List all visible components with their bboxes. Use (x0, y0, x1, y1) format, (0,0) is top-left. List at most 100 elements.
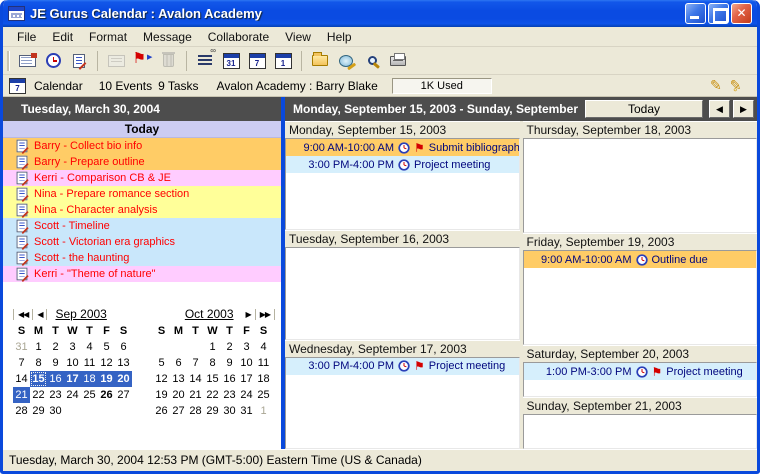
mini-calendar-day[interactable]: 19 (153, 387, 170, 403)
mini-calendar-day[interactable]: 30 (47, 403, 64, 419)
month-view-button[interactable]: 31 (218, 49, 244, 73)
day-header[interactable]: Friday, September 19, 2003 (523, 233, 758, 250)
mini-calendar-day[interactable]: 12 (153, 371, 170, 387)
maximize-button[interactable] (708, 3, 729, 24)
menu-view[interactable]: View (277, 28, 319, 46)
menu-help[interactable]: Help (319, 28, 360, 46)
mini-calendar-day[interactable]: 20 (115, 371, 132, 387)
mini-calendar-day[interactable]: 14 (13, 371, 30, 387)
mini-calendar-day[interactable]: 28 (13, 403, 30, 419)
mini-calendar-day[interactable]: 7 (187, 355, 204, 371)
day-cell[interactable] (285, 247, 520, 339)
mini-calendar-day[interactable]: 22 (204, 387, 221, 403)
new-alarm-button[interactable] (40, 49, 66, 73)
mini-calendar-day[interactable]: 27 (115, 387, 132, 403)
mini-calendar-day[interactable]: 14 (187, 371, 204, 387)
mini-calendar-day[interactable]: 4 (255, 339, 272, 355)
day-header[interactable]: Thursday, September 18, 2003 (523, 121, 758, 138)
pencil-key-icon[interactable]: ✎ (730, 77, 749, 94)
week-view-button[interactable]: 7 (244, 49, 270, 73)
mini-calendar-day[interactable]: 28 (187, 403, 204, 419)
event-row[interactable]: 1:00 PM-3:00 PM⚑Project meeting (524, 363, 757, 380)
mini-calendar-day[interactable]: 16 (47, 371, 64, 387)
next-month-button[interactable]: ▶ (242, 309, 256, 320)
next-year-button[interactable]: ▶▶ (256, 309, 275, 320)
task-row[interactable]: Nina - Character analysis (3, 202, 281, 218)
mini-calendar-day[interactable]: 1 (255, 403, 272, 419)
mini-calendar-day[interactable]: 9 (221, 355, 238, 371)
mini-calendar-day[interactable]: 17 (238, 371, 255, 387)
mini-calendar-day[interactable]: 17 (64, 371, 81, 387)
mini-calendar-day[interactable]: 11 (255, 355, 272, 371)
mini-calendar-day[interactable]: 4 (81, 339, 98, 355)
folder-button[interactable] (307, 49, 333, 73)
mini-calendar-day[interactable]: 1 (30, 339, 47, 355)
mini-calendar-day[interactable]: 13 (115, 355, 132, 371)
minimize-button[interactable] (685, 3, 706, 24)
mini-calendar-day[interactable]: 21 (187, 387, 204, 403)
mini-calendar-day[interactable]: 3 (64, 339, 81, 355)
mini-calendar-day[interactable]: 21 (13, 387, 30, 403)
month-label-right[interactable]: Oct 2003 (185, 307, 234, 321)
mini-calendar-day[interactable]: 2 (221, 339, 238, 355)
event-row[interactable]: 9:00 AM-10:00 AM⚑Submit bibliograph (286, 139, 519, 156)
menu-file[interactable]: File (9, 28, 44, 46)
task-row[interactable]: Scott - the haunting (3, 250, 281, 266)
day-header[interactable]: Monday, September 15, 2003 (285, 121, 520, 138)
pencil-icon[interactable]: ✎ (710, 77, 722, 94)
print-button[interactable] (385, 49, 411, 73)
mini-calendar-day[interactable]: 13 (170, 371, 187, 387)
event-row[interactable]: 9:00 AM-10:00 AMOutline due (524, 251, 757, 268)
mini-calendar-day[interactable]: 8 (204, 355, 221, 371)
mini-calendar-day[interactable]: 23 (221, 387, 238, 403)
event-row[interactable]: 3:00 PM-4:00 PM⚑Project meeting (286, 358, 519, 375)
mini-calendar-day[interactable]: 1 (204, 339, 221, 355)
mini-calendar-day[interactable]: 25 (255, 387, 272, 403)
mini-calendar-day[interactable]: 8 (30, 355, 47, 371)
mini-calendar-day[interactable]: 11 (81, 355, 98, 371)
mini-calendar-day[interactable]: 27 (170, 403, 187, 419)
day-header[interactable]: Saturday, September 20, 2003 (523, 345, 758, 362)
menu-message[interactable]: Message (135, 28, 200, 46)
mini-calendar-day[interactable]: 23 (47, 387, 64, 403)
mini-calendar-day[interactable]: 9 (47, 355, 64, 371)
mini-calendar-day[interactable]: 26 (153, 403, 170, 419)
prev-month-button[interactable]: ◀ (33, 309, 47, 320)
mini-calendar-day[interactable]: 24 (64, 387, 81, 403)
mini-calendar-day[interactable]: 30 (221, 403, 238, 419)
toolbar-grip[interactable] (7, 51, 10, 71)
menu-collaborate[interactable]: Collaborate (200, 28, 277, 46)
mini-calendar-day[interactable]: 18 (81, 371, 98, 387)
new-task-button[interactable] (66, 49, 92, 73)
mini-calendar-day[interactable]: 7 (13, 355, 30, 371)
mini-calendar-day[interactable]: 29 (204, 403, 221, 419)
task-row[interactable]: Scott - Timeline (3, 218, 281, 234)
mini-calendar-day[interactable]: 15 (30, 371, 47, 387)
mini-calendar-day[interactable]: 24 (238, 387, 255, 403)
mini-calendar-day[interactable]: 29 (30, 403, 47, 419)
mini-calendar-day[interactable]: 5 (98, 339, 115, 355)
mini-calendar-day[interactable]: 2 (47, 339, 64, 355)
day-header[interactable]: Tuesday, September 16, 2003 (285, 230, 520, 247)
mini-calendar-day[interactable]: 3 (238, 339, 255, 355)
day-header[interactable]: Sunday, September 21, 2003 (523, 397, 758, 414)
day-header[interactable]: Wednesday, September 17, 2003 (285, 340, 520, 357)
day-cell[interactable]: 9:00 AM-10:00 AMOutline due (523, 250, 758, 345)
today-button[interactable]: Today (585, 100, 703, 118)
task-row[interactable]: Scott - Victorian era graphics (3, 234, 281, 250)
menu-format[interactable]: Format (81, 28, 135, 46)
prev-week-button[interactable]: ◀ (709, 100, 730, 118)
new-event-button[interactable] (14, 49, 40, 73)
event-row[interactable]: 3:00 PM-4:00 PMProject meeting (286, 156, 519, 173)
mini-calendar-day[interactable]: 19 (98, 371, 115, 387)
mini-calendar-day[interactable]: 16 (221, 371, 238, 387)
task-row[interactable]: Barry - Prepare outline (3, 154, 281, 170)
day-cell[interactable] (523, 414, 758, 449)
prev-year-button[interactable]: ◀◀ (13, 309, 33, 320)
task-row[interactable]: Kerri - "Theme of nature" (3, 266, 281, 282)
task-row[interactable]: Barry - Collect bio info (3, 138, 281, 154)
mini-calendar-day[interactable]: 15 (204, 371, 221, 387)
mini-calendar-day[interactable]: 10 (64, 355, 81, 371)
list-view-button[interactable] (192, 49, 218, 73)
mini-calendar-day[interactable]: 25 (81, 387, 98, 403)
